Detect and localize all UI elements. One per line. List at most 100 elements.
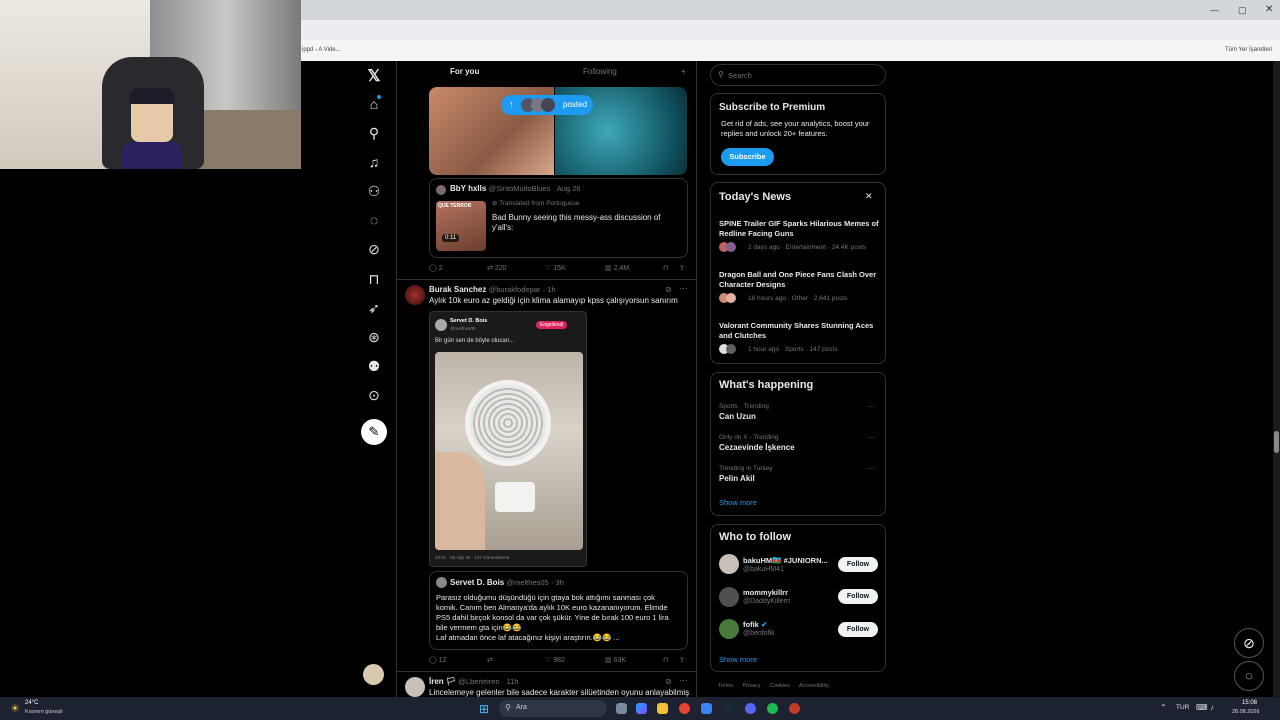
address-bar-row[interactable]: ⇄ ▭ ☆ ⧉ ⟳ ⋮ [300,20,1280,56]
new-posts-pill[interactable]: ↑ posted [501,95,593,115]
close-icon[interactable]: ✕ [865,191,873,202]
add-user-icon[interactable]: ⚇ [364,181,384,201]
show-more-link[interactable]: Show more [719,498,757,507]
news-item-title[interactable]: Valorant Community Shares Stunning Aces … [719,321,879,341]
verified-icon[interactable]: ⊛ [364,327,384,347]
views-button[interactable]: ▥ 63K [605,656,626,664]
more-options-icon[interactable]: ··· [679,675,688,685]
home-icon[interactable]: ⌂ [364,94,384,114]
chrome-icon[interactable] [679,703,690,714]
rocket-icon[interactable]: ➶ [364,298,384,318]
avatar[interactable] [405,285,425,305]
file-explorer-icon[interactable] [657,703,668,714]
footer-link[interactable]: Cookies [770,683,790,689]
footer-link[interactable]: Accessibility [799,683,829,689]
author-handle[interactable]: @SintoMuitoBlues [489,184,551,193]
footer-link[interactable]: Terms [718,683,733,689]
avatar[interactable] [719,554,739,574]
news-item-title[interactable]: Dragon Ball and One Piece Fans Clash Ove… [719,270,879,290]
weather-temp[interactable]: 24°C [25,700,38,706]
more-options-icon[interactable]: ··· [679,283,688,293]
trend-name[interactable]: Can Uzun [719,412,756,421]
volume-icon[interactable]: ♪ [1210,703,1214,712]
windows-start-icon[interactable]: ⊞ [479,702,489,716]
clock-date[interactable]: 28.08.2026 [1232,709,1260,715]
compose-post-button[interactable]: ✎ [361,419,387,445]
repost-button[interactable]: ⇄ [487,656,493,664]
trend-name[interactable]: Cezaevinde İşkence [719,443,795,452]
repost-button[interactable]: ⇄ 220 [487,264,507,272]
search-box[interactable]: ⚲ Search [710,64,886,86]
subscribe-button[interactable]: Subscribe [721,148,774,166]
author-handle[interactable]: @Lberteiren [458,677,499,686]
author-name[interactable]: Servet D. Bois [450,578,504,587]
more-options-icon[interactable]: ··· [867,464,875,473]
follow-suggestion-handle[interactable]: @DaddyKillerrr [743,598,791,605]
tweet-screenshot-image[interactable]: Servet D. Bois @melthes05 Engellendi Bir… [429,311,587,567]
task-view-icon[interactable] [616,703,627,714]
bookmark-button[interactable]: ⊓ [663,656,668,664]
bookmark-icon[interactable]: ⊓ [364,269,384,289]
trend-name[interactable]: Pelin Akil [719,474,755,483]
settings-icon[interactable]: + [681,67,686,76]
avatar[interactable] [719,587,739,607]
author-name[interactable]: BbY hxlls [450,184,486,193]
reply-button[interactable]: ◯ 12 [429,656,447,664]
bell-icon[interactable]: ♫ [364,152,384,172]
follow-button[interactable]: Follow [838,622,878,637]
more-options-icon[interactable]: ··· [867,433,875,442]
weather-desc[interactable]: Kısmen güneşli [25,709,63,715]
grok-icon[interactable]: ⊘ [364,239,384,259]
author-name[interactable]: Burak Sanchez [429,285,486,294]
share-button[interactable]: ⇪ [679,656,685,664]
share-button[interactable]: ⇪ [679,264,685,272]
window-close-icon[interactable]: ✕ [1265,4,1273,15]
like-button[interactable]: ♡ 982 [545,656,565,664]
follow-suggestion-handle[interactable]: @benfofik [743,630,775,637]
chevron-up-icon[interactable]: ⌃ [1160,703,1167,712]
store-icon[interactable] [701,703,712,714]
footer-link[interactable]: Privacy [742,683,760,689]
follow-suggestion-name[interactable]: mommykillrr [743,588,788,597]
tab-for-you[interactable]: For you [450,67,479,76]
discord-icon[interactable] [745,703,756,714]
scrollbar[interactable] [1273,61,1280,697]
profile-icon[interactable]: ⚉ [364,356,384,376]
taskbar-search[interactable]: ⚲ Ara [499,700,607,717]
messages-floating-button[interactable]: ◌ [1234,661,1264,691]
search-icon[interactable]: ⚲ [364,123,384,143]
show-more-link[interactable]: Show more [719,655,757,664]
language-indicator[interactable]: TUR [1176,704,1189,711]
grok-icon[interactable]: ⊘ [665,677,672,686]
x-logo-icon[interactable]: 𝕏 [364,67,384,87]
reply-button[interactable]: ◯ 2 [429,264,443,272]
follow-button[interactable]: Follow [838,589,878,604]
author-handle[interactable]: @melthes05 [506,578,548,587]
views-button[interactable]: ▥ 2.4M [605,264,629,272]
search-input[interactable]: Search [728,71,752,80]
like-button[interactable]: ♡ 15K [545,264,566,272]
follow-suggestion-name[interactable]: bakuHM🇦🇿 #JUNIORN... [743,556,828,565]
clock-time[interactable]: 15:08 [1242,700,1257,706]
network-icon[interactable]: ⌨ [1196,703,1208,712]
follow-suggestion-handle[interactable]: @bakuHM41 [743,566,784,573]
grok-floating-button[interactable]: ⊘ [1234,628,1264,658]
more-icon[interactable]: ⊙ [364,385,384,405]
bookmark-item[interactable]: ippd - A Vide... [302,47,341,53]
message-icon[interactable]: ◌ [364,210,384,230]
grok-icon[interactable]: ⊘ [665,285,672,294]
quoted-tweet[interactable]: BbY hxlls @SintoMuitoBlues · Aug 26 ⊕ Tr… [429,178,688,258]
author-name[interactable]: İren 🏳 [429,677,456,686]
video-thumbnail[interactable]: QUE TERROR 0:11 [436,201,486,251]
follow-suggestion-name[interactable]: fofik ✔ [743,620,767,629]
app-icon[interactable] [789,703,800,714]
news-item-title[interactable]: SPINE Trailer GIF Sparks Hilarious Memes… [719,219,879,239]
account-avatar[interactable] [363,664,384,685]
follow-button[interactable]: Follow [838,557,878,572]
avatar[interactable] [719,619,739,639]
scrollbar-thumb[interactable] [1274,431,1279,453]
spotify-icon[interactable] [767,703,778,714]
all-bookmarks-link[interactable]: Tüm Yer İşaretleri [1225,47,1272,53]
quoted-tweet[interactable]: Servet D. Bois @melthes05 · 3h Parasız o… [429,571,688,650]
avatar[interactable] [405,677,425,697]
